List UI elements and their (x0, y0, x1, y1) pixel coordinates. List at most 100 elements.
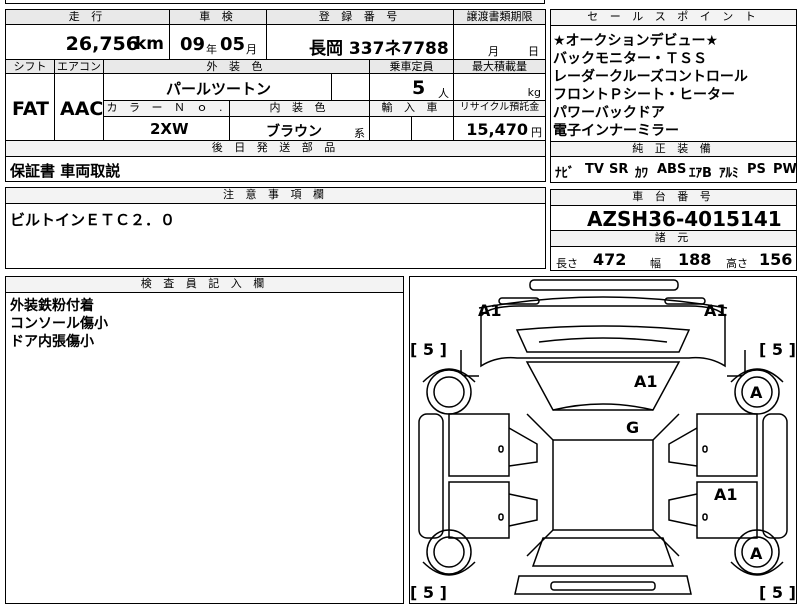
plate-header: 登 録 番 号 (266, 9, 454, 25)
inspector-cell: 外装鉄粉付着 コンソール傷小 ドア内張傷小 (5, 292, 404, 604)
sales-points-header: セ ー ル ス ポ イ ン ト (550, 9, 797, 26)
import-cell-b (411, 116, 454, 141)
exterior-header: 外 装 色 (103, 59, 370, 74)
interior-suffix: 系 (354, 127, 365, 140)
transfer-day-unit: 日 (528, 45, 539, 58)
later-parts-value: 保証書 車両取説 (10, 162, 121, 180)
exterior-value: パールツートン (166, 80, 272, 98)
plate-cell: 長岡 337ネ7788 (266, 24, 454, 60)
length-value: 472 (593, 250, 627, 269)
specs-cell: 長さ 472 幅 188 高さ 156 (550, 246, 797, 271)
height-value: 156 (759, 250, 793, 269)
equipment-item: ｶﾜ (635, 166, 648, 181)
sales-point-line: レーダークルーズコントロール (553, 69, 748, 85)
sales-points-cell: ★オークションデビュー★ バックモニター・ＴＳＳ レーダークルーズコントロール … (550, 25, 797, 142)
exterior-side-cell (331, 73, 370, 101)
car-diagram (418, 279, 788, 595)
inspector-line: ドア内張傷小 (10, 334, 94, 350)
recycle-unit: 円 (531, 126, 542, 139)
transfer-header: 譲渡書類期限 (453, 9, 546, 25)
aircon-header: エアコン (54, 59, 104, 74)
sales-point-line: バックモニター・ＴＳＳ (553, 51, 707, 67)
sales-point-line: フロントＰシート・ヒーター (553, 87, 735, 103)
transfer-cell: 月 日 (453, 24, 546, 60)
inspection-month: 05 (220, 34, 246, 55)
inspection-year: 09 (180, 34, 206, 55)
plate-value: 長岡 337ネ7788 (309, 39, 449, 59)
notes-cell: ビルトインＥＴＣ２．０ (5, 203, 546, 269)
notes-value: ビルトインＥＴＣ２．０ (10, 211, 176, 229)
inspection-year-unit: 年 (206, 43, 217, 56)
mileage-value: 26,756 (65, 33, 139, 55)
colorno-header: カ ラ ー Ｎ ｏ . (103, 100, 230, 117)
exterior-cell: パールツートン (103, 73, 332, 101)
recycle-value: 15,470 (466, 120, 528, 139)
inspector-header: 検 査 員 記 入 欄 (5, 276, 404, 293)
later-parts-cell: 保証書 車両取説 (5, 156, 546, 182)
tire-depth-front-right: [ 5 ] (759, 340, 796, 359)
equipment-item: ABS (657, 162, 687, 177)
damage-mark-hood: A1 (634, 372, 658, 391)
equipment-item: SR (609, 162, 629, 177)
car-diagram-panel: A1 A1 A1 G A A1 A [ 5 ] [ 5 ] [ 5 ] [ 5 … (409, 276, 797, 604)
mileage-header: 走 行 (5, 9, 170, 25)
maxload-cell: kg (453, 73, 546, 101)
equipment-item: TV (585, 162, 604, 177)
inspector-line: コンソール傷小 (10, 316, 108, 332)
sales-point-line: パワーバックドア (553, 105, 665, 121)
import-cell-a (369, 116, 412, 141)
mileage-unit: km (134, 34, 164, 54)
maxload-unit: kg (527, 86, 541, 99)
notes-header: 注 意 事 項 欄 (5, 187, 546, 204)
colorno-cell: 2XW (103, 116, 230, 141)
inspector-line: 外装鉄粉付着 (10, 298, 94, 314)
sales-point-line: 電子インナーミラー (553, 123, 679, 139)
height-label: 高さ (726, 257, 748, 270)
chassis-cell: AZSH36-4015141 (550, 205, 797, 231)
damage-mark-front-right: A1 (704, 301, 728, 320)
equipment-item: ｴｱB (689, 166, 712, 181)
damage-mark-front-left: A1 (478, 301, 502, 320)
tire-depth-rear-left: [ 5 ] (410, 583, 447, 602)
damage-mark-right-door: A1 (714, 485, 738, 504)
import-header: 輸 入 車 (369, 100, 454, 117)
transfer-month-unit: 月 (488, 45, 499, 58)
chassis-header: 車 台 番 号 (550, 189, 797, 206)
colorno-value: 2XW (150, 120, 189, 138)
equipment-item: ｱﾙﾐ (719, 166, 739, 181)
equipment-item: PS (747, 162, 766, 177)
shift-cell: FAT (5, 73, 55, 141)
mileage-cell: 26,756 km (5, 24, 170, 60)
width-value: 188 (678, 250, 712, 269)
length-label: 長さ (556, 257, 578, 270)
capacity-unit: 人 (438, 87, 449, 100)
top-cutoff-strip (5, 0, 545, 4)
width-label: 幅 (650, 257, 661, 270)
damage-mark-windshield: G (626, 418, 640, 437)
equipment-header: 純 正 装 備 (550, 141, 797, 157)
maxload-header: 最大積載量 (453, 59, 546, 74)
interior-value: ブラウン (266, 124, 322, 140)
aircon-value: AAC (60, 98, 104, 120)
capacity-value: 5 (412, 77, 426, 99)
equipment-item: PW (773, 162, 797, 177)
capacity-header: 乗車定員 (369, 59, 454, 74)
tire-depth-rear-right: [ 5 ] (759, 583, 796, 602)
sales-point-line: ★オークションデビュー★ (553, 33, 719, 49)
damage-mark-right-wheel-rear: A (750, 544, 763, 563)
specs-header: 諸 元 (550, 230, 797, 247)
recycle-header: リサイクル預託金 (453, 100, 546, 117)
inspection-cell: 09 年 05 月 (169, 24, 267, 60)
capacity-cell: 5 人 (369, 73, 454, 101)
later-parts-header: 後 日 発 送 部 品 (5, 140, 546, 157)
inspection-header: 車 検 (169, 9, 267, 25)
recycle-cell: 15,470 円 (453, 116, 546, 141)
inspection-month-unit: 月 (246, 43, 257, 56)
equipment-item: ﾅﾋﾞ (555, 166, 575, 181)
damage-mark-right-wheel-front: A (750, 383, 763, 402)
chassis-value: AZSH36-4015141 (587, 207, 782, 231)
shift-value: FAT (12, 98, 49, 120)
shift-header: シフト (5, 59, 55, 74)
equipment-cell: ﾅﾋﾞ TV SR ｶﾜ ABS ｴｱB ｱﾙﾐ PS PW (550, 156, 797, 183)
interior-header: 内 装 色 (229, 100, 370, 117)
